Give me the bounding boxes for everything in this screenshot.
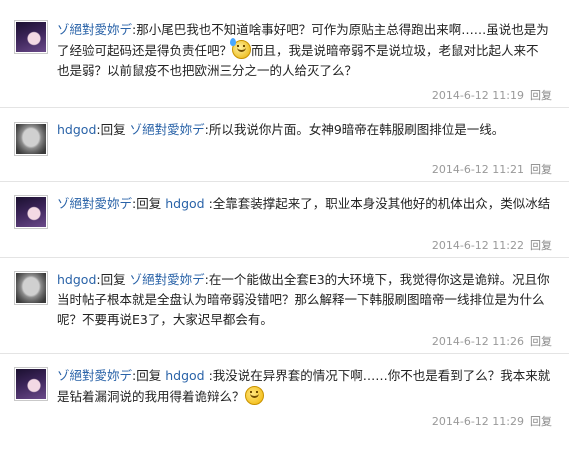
- comment-post: ゾ絕對愛妳デ:那小尾巴我也不知道啥事好吧？可作为原贴主总得跑出来啊……虽说也是为…: [0, 8, 569, 108]
- username-link[interactable]: ゾ絕對愛妳デ: [57, 368, 132, 383]
- avatar[interactable]: [14, 20, 48, 54]
- post-meta: 2014-6-12 11:22 回复: [432, 237, 552, 253]
- username-link[interactable]: ゾ絕對愛妳デ: [57, 22, 132, 37]
- reply-to-user-link[interactable]: hdgod: [165, 196, 204, 211]
- comment-content: hdgod:回复 ゾ絕對愛妳デ:所以我说你片面。女神9暗帝在韩服刷图排位是一线。: [57, 122, 505, 137]
- comment-post: ゾ絕對愛妳デ:回复 hdgod :我没说在异界套的情况下啊……你不也是看到了么？…: [0, 354, 569, 450]
- avatar[interactable]: [14, 367, 48, 401]
- comment-text: :全靠套装撑起来了，职业本身没其他好的机体出众，类似冰结: [208, 196, 551, 211]
- comment-content: ゾ絕對愛妳デ:回复 hdgod :我没说在异界套的情况下啊……你不也是看到了么？…: [57, 368, 551, 405]
- comment-content: ゾ絕對愛妳デ:回复 hdgod :全靠套装撑起来了，职业本身没其他好的机体出众，…: [57, 196, 551, 211]
- reply-button[interactable]: 回复: [530, 415, 552, 428]
- avatar[interactable]: [14, 122, 48, 156]
- username-link[interactable]: hdgod: [57, 272, 96, 287]
- comment-post: hdgod:回复 ゾ絕對愛妳デ:所以我说你片面。女神9暗帝在韩服刷图排位是一线。…: [0, 108, 569, 182]
- timestamp: 2014-6-12 11:26: [431, 335, 524, 348]
- comment-post: hdgod:回复 ゾ絕對愛妳デ:在一个能做出全套E3的大环境下，我觉得你这是诡辩…: [0, 258, 569, 354]
- reply-to-user-link[interactable]: hdgod: [165, 368, 204, 383]
- timestamp: 2014-6-12 11:29: [431, 415, 524, 428]
- reply-button[interactable]: 回复: [530, 335, 552, 348]
- post-meta: 2014-6-12 11:29 回复: [432, 413, 552, 429]
- reply-button[interactable]: 回复: [530, 163, 552, 176]
- post-meta: 2014-6-12 11:21 回复: [432, 161, 552, 177]
- avatar[interactable]: [14, 271, 48, 305]
- username-link[interactable]: ゾ絕對愛妳デ: [57, 196, 132, 211]
- comment-text: :所以我说你片面。女神9暗帝在韩服刷图排位是一线。: [204, 122, 505, 137]
- reply-to-user-link[interactable]: ゾ絕對愛妳デ: [130, 122, 205, 137]
- post-meta: 2014-6-12 11:19 回复: [432, 87, 552, 103]
- comment-content: hdgod:回复 ゾ絕對愛妳デ:在一个能做出全套E3的大环境下，我觉得你这是诡辩…: [57, 272, 550, 327]
- timestamp: 2014-6-12 11:21: [431, 163, 524, 176]
- comment-post: ゾ絕對愛妳デ:回复 hdgod :全靠套装撑起来了，职业本身没其他好的机体出众，…: [0, 182, 569, 258]
- reply-button[interactable]: 回复: [530, 239, 552, 252]
- reply-to-user-link[interactable]: ゾ絕對愛妳デ: [130, 272, 205, 287]
- avatar[interactable]: [14, 195, 48, 229]
- timestamp: 2014-6-12 11:19: [431, 89, 524, 102]
- sweat-face-emoji: [230, 38, 252, 59]
- timestamp: 2014-6-12 11:22: [431, 239, 524, 252]
- grin-face-emoji: [244, 386, 264, 405]
- comment-content: ゾ絕對愛妳デ:那小尾巴我也不知道啥事好吧？可作为原贴主总得跑出来啊……虽说也是为…: [57, 22, 549, 78]
- comment-thread: ゾ絕對愛妳デ:那小尾巴我也不知道啥事好吧？可作为原贴主总得跑出来啊……虽说也是为…: [0, 0, 569, 450]
- reply-button[interactable]: 回复: [530, 89, 552, 102]
- username-link[interactable]: hdgod: [57, 122, 96, 137]
- post-meta: 2014-6-12 11:26 回复: [432, 333, 552, 349]
